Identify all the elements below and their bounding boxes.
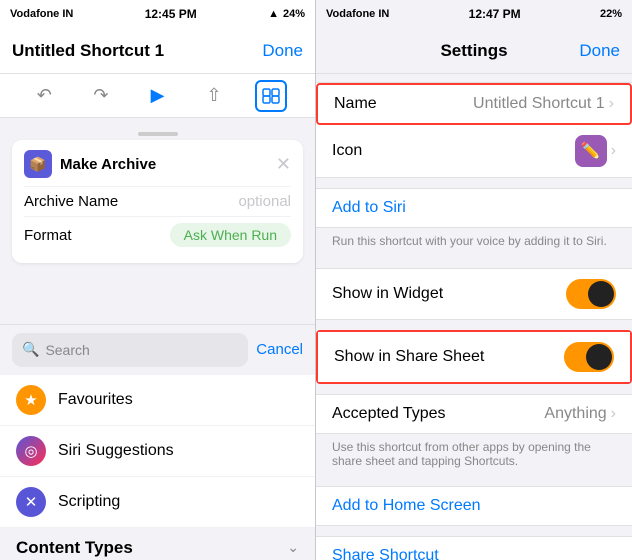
name-row[interactable]: Name Untitled Shortcut 1 › [316, 83, 632, 125]
done-button-left[interactable]: Done [262, 41, 303, 61]
action-card-name: Make Archive [60, 156, 156, 173]
format-row: Format Ask When Run [24, 216, 291, 253]
settings-list: Name Untitled Shortcut 1 › Icon ✏️ › Add… [316, 74, 632, 560]
settings-title: Settings [440, 41, 507, 61]
accepted-types-section: Accepted Types Anything › Use this short… [316, 394, 632, 476]
favourites-icon: ★ [16, 385, 46, 415]
show-in-widget-row: Show in Widget [316, 269, 632, 319]
name-value: Untitled Shortcut 1 [473, 95, 605, 113]
content-types-label: Content Types [16, 538, 133, 558]
icon-chevron-icon: › [611, 142, 616, 160]
time-left: 12:45 PM [145, 7, 197, 21]
siri-label: Siri Suggestions [58, 442, 174, 460]
format-label: Format [24, 227, 72, 244]
list-item-scripting[interactable]: ✕ Scripting [0, 477, 315, 528]
add-to-home-row[interactable]: Add to Home Screen [316, 486, 632, 526]
icon-value-row: ✏️ › [575, 135, 616, 167]
battery-left: ▲ 24% [268, 8, 305, 20]
card-header: 📦 Make Archive ✕ [24, 150, 291, 178]
show-in-widget-toggle[interactable] [566, 279, 616, 309]
status-bar-left: Vodafone IN 12:45 PM ▲ 24% [0, 0, 315, 28]
right-panel: Vodafone IN 12:47 PM 22% Settings Done N… [316, 0, 632, 560]
scripting-icon: ✕ [16, 487, 46, 517]
name-icon-group: Name Untitled Shortcut 1 › Icon ✏️ › [316, 82, 632, 178]
add-to-siri-row[interactable]: Add to Siri [316, 189, 632, 227]
undo-button[interactable]: ↶ [28, 80, 60, 112]
siri-group: Add to Siri Run this shortcut with your … [316, 188, 632, 258]
card-title-row: 📦 Make Archive [24, 150, 156, 178]
accepted-types-group: Accepted Types Anything › [316, 394, 632, 434]
search-bar[interactable]: 🔍 Search [12, 333, 248, 367]
name-chevron-icon: › [609, 95, 614, 113]
battery-right: 22% [600, 8, 622, 20]
content-types-header[interactable]: Content Types ⌄ [0, 528, 315, 560]
search-cancel-button[interactable]: Cancel [256, 341, 303, 358]
share-sheet-group: Show in Share Sheet [316, 330, 632, 384]
archive-name-label: Archive Name [24, 193, 118, 210]
accepted-types-value-row: Anything › [544, 405, 616, 423]
redo-button[interactable]: ↷ [85, 80, 117, 112]
done-button-right[interactable]: Done [579, 41, 620, 61]
nav-bar-right: Settings Done [316, 28, 632, 74]
carrier-right: Vodafone IN [326, 8, 389, 20]
nav-bar-left: Untitled Shortcut 1 Done [0, 28, 315, 74]
add-to-siri-label: Add to Siri [332, 199, 406, 217]
share-button[interactable]: ⇧ [198, 80, 230, 112]
toolbar-left: ↶ ↷ ▶ ⇧ [0, 74, 315, 118]
carrier-left: Vodafone IN [10, 8, 73, 20]
archive-name-row: Archive Name optional [24, 186, 291, 216]
format-badge[interactable]: Ask When Run [170, 223, 291, 247]
play-button[interactable]: ▶ [141, 80, 173, 112]
add-to-home-label: Add to Home Screen [332, 497, 481, 514]
list-item-siri[interactable]: ◎ Siri Suggestions [0, 426, 315, 477]
nav-title-left: Untitled Shortcut 1 [12, 41, 164, 61]
accepted-types-value: Anything [544, 405, 606, 423]
accepted-types-row[interactable]: Accepted Types Anything › [316, 395, 632, 433]
shortcut-content: 📦 Make Archive ✕ Archive Name optional F… [0, 118, 315, 324]
left-panel: Vodafone IN 12:45 PM ▲ 24% Untitled Shor… [0, 0, 316, 560]
search-icon: 🔍 [22, 341, 39, 358]
icon-label: Icon [332, 142, 362, 160]
time-right: 12:47 PM [469, 7, 521, 21]
name-label: Name [334, 95, 377, 113]
siri-description: Run this shortcut with your voice by add… [316, 228, 632, 258]
share-shortcut-row[interactable]: Share Shortcut [316, 536, 632, 560]
widget-group: Show in Widget [316, 268, 632, 320]
action-icon: 📦 [24, 150, 52, 178]
share-shortcut-label: Share Shortcut [332, 547, 439, 560]
list-section: ★ Favourites ◎ Siri Suggestions ✕ Script… [0, 375, 315, 560]
show-in-share-sheet-label: Show in Share Sheet [334, 348, 484, 366]
scroll-indicator [138, 132, 178, 136]
archive-name-placeholder: optional [238, 193, 291, 210]
favourites-label: Favourites [58, 391, 133, 409]
close-card-button[interactable]: ✕ [276, 154, 291, 175]
shortcut-icon-box[interactable]: ✏️ [575, 135, 607, 167]
settings-button[interactable] [255, 80, 287, 112]
name-value-row: Untitled Shortcut 1 › [473, 95, 614, 113]
search-section: 🔍 Search Cancel [0, 324, 315, 375]
accepted-description: Use this shortcut from other apps by ope… [316, 434, 632, 476]
siri-icon: ◎ [16, 436, 46, 466]
toggle-knob-share [586, 344, 612, 370]
icon-row[interactable]: Icon ✏️ › [316, 125, 632, 177]
show-in-share-sheet-toggle[interactable] [564, 342, 614, 372]
list-item-favourites[interactable]: ★ Favourites [0, 375, 315, 426]
search-placeholder: Search [45, 342, 89, 358]
show-in-share-sheet-row: Show in Share Sheet [318, 332, 630, 382]
show-in-widget-label: Show in Widget [332, 285, 443, 303]
status-bar-right: Vodafone IN 12:47 PM 22% [316, 0, 632, 28]
make-archive-card: 📦 Make Archive ✕ Archive Name optional F… [12, 140, 303, 263]
accepted-types-chevron-icon: › [611, 405, 616, 423]
scripting-label: Scripting [58, 493, 120, 511]
wifi-icon: ▲ [268, 8, 279, 20]
content-types-chevron: ⌄ [287, 539, 299, 556]
accepted-types-label: Accepted Types [332, 405, 446, 423]
toggle-knob-widget [588, 281, 614, 307]
add-to-siri-group: Add to Siri [316, 188, 632, 228]
